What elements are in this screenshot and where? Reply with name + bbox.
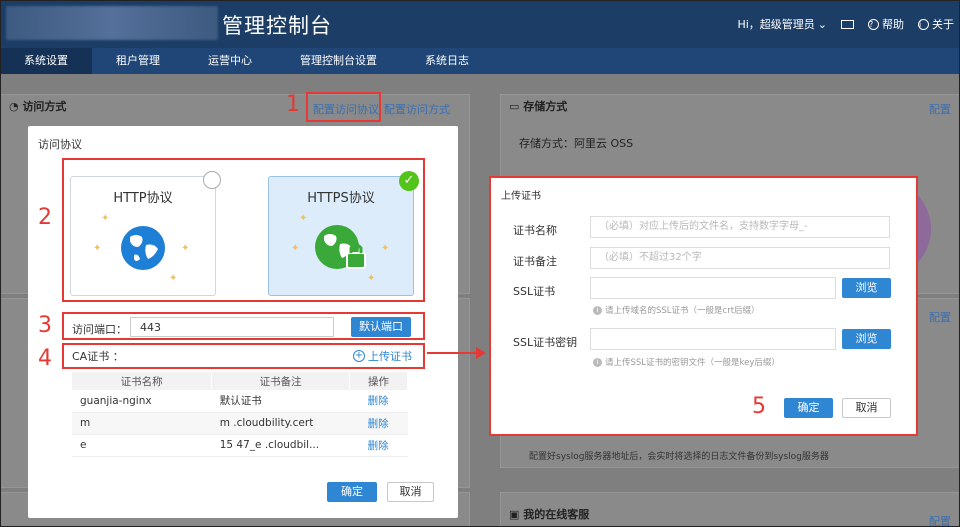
table-row: m m .cloudbility.cert 删除: [72, 412, 408, 435]
help-icon: ?: [868, 18, 879, 30]
cert-name: guanjia-nginx: [72, 390, 212, 413]
annotation-box-2: [62, 158, 425, 302]
annotation-box-upload: [489, 176, 918, 436]
brand-logo-blurred: [6, 6, 218, 40]
arrow-right-icon: [476, 347, 486, 359]
mail-icon[interactable]: [841, 19, 854, 29]
dialog-cancel-button[interactable]: 取消: [387, 482, 434, 502]
cert-name: e: [72, 434, 212, 457]
nav-tenant-management[interactable]: 租户管理: [92, 48, 184, 74]
nav-operations-center[interactable]: 运营中心: [184, 48, 276, 74]
delete-link[interactable]: 删除: [349, 390, 408, 413]
dialog-title: 访问协议: [38, 138, 82, 151]
chevron-down-icon: ⌄: [817, 17, 827, 31]
online-service-panel: ▣ 我的在线客服 配置: [500, 492, 960, 527]
user-name: Hi，超级管理员: [737, 18, 815, 31]
cert-note: 默认证书: [211, 390, 350, 413]
cert-note: 15 47_e .cloudbil...: [211, 434, 350, 457]
annotation-number-5: 5: [752, 394, 766, 419]
storage-type-text: 存储方式：阿里云 OSS: [519, 137, 634, 150]
table-row: guanjia-nginx 默认证书 删除: [72, 390, 408, 413]
user-menu[interactable]: Hi，超级管理员 ⌄: [737, 16, 827, 32]
about-label: 关于: [932, 18, 954, 31]
annotation-number-3: 3: [38, 313, 52, 338]
cert-note: m .cloudbility.cert: [211, 412, 350, 435]
annotation-box-4: [62, 343, 425, 369]
table-header-row: 证书名称 证书备注 操作: [72, 372, 408, 390]
dialog-ok-button[interactable]: 确定: [327, 482, 377, 502]
cert-name: m: [72, 412, 212, 435]
side-config-link[interactable]: 配置: [929, 309, 951, 325]
panel-title: 存储方式: [523, 100, 568, 113]
panel-title: 我的在线客服: [523, 508, 590, 521]
app-title: 管理控制台: [222, 14, 332, 38]
delete-link[interactable]: 删除: [349, 434, 408, 457]
cert-table: 证书名称 证书备注 操作 guanjia-nginx 默认证书 删除 m m .…: [72, 372, 408, 457]
table-row: e 15 47_e .cloudbil... 删除: [72, 434, 408, 457]
col-cert-name: 证书名称: [72, 372, 213, 390]
panel-header: ▣ 我的在线客服: [509, 508, 590, 521]
annotation-box-1: [306, 92, 381, 122]
col-action: 操作: [349, 372, 408, 390]
top-header: 管理控制台 Hi，超级管理员 ⌄ ? 帮助 i 关于: [0, 0, 960, 48]
annotation-number-1: 1: [286, 92, 300, 117]
syslog-text: 配置好syslog服务器地址后，会实时将选择的日志文件备份到syslog服务器: [529, 452, 829, 462]
annotation-number-4: 4: [38, 346, 52, 371]
config-method-link[interactable]: 配置访问方式: [384, 101, 450, 117]
nav-system-settings[interactable]: 系统设置: [0, 48, 92, 74]
help-label: 帮助: [882, 18, 904, 31]
nav-system-log[interactable]: 系统日志: [401, 48, 493, 74]
col-cert-note: 证书备注: [211, 372, 351, 390]
annotation-arrow-line: [427, 352, 479, 354]
storage-config-link[interactable]: 配置: [929, 101, 951, 117]
nav-console-settings[interactable]: 管理控制台设置: [276, 48, 401, 74]
panel-header: ▭ 存储方式: [509, 100, 568, 113]
info-icon: i: [918, 18, 929, 30]
help-link[interactable]: ? 帮助: [868, 16, 904, 32]
bottom-config-link[interactable]: 配置: [929, 513, 951, 527]
panel-title: 访问方式: [22, 100, 67, 113]
delete-link[interactable]: 删除: [349, 412, 408, 435]
header-actions: Hi，超级管理员 ⌄ ? 帮助 i 关于: [737, 16, 954, 32]
annotation-box-3: [62, 312, 425, 340]
annotation-number-2: 2: [38, 205, 52, 230]
about-link[interactable]: i 关于: [918, 16, 954, 32]
main-nav: 系统设置 租户管理 运营中心 管理控制台设置 系统日志: [0, 48, 960, 74]
